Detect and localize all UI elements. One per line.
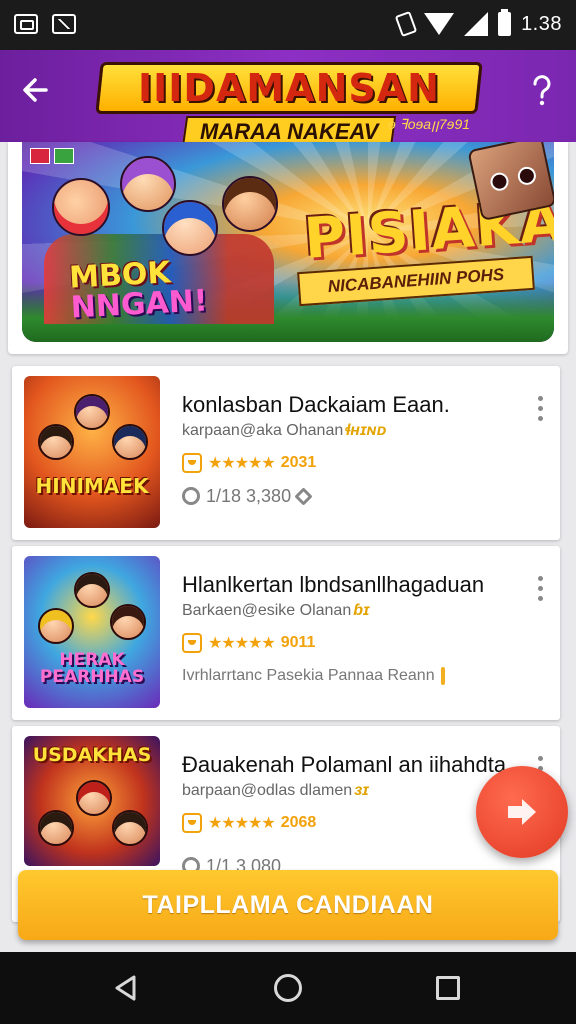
gem-icon xyxy=(294,486,313,506)
primary-action-label: TAIPLLAMA CANDIAAN xyxy=(142,890,434,919)
nav-recents-button[interactable] xyxy=(436,976,460,1000)
item-subtitle: karpaan@aka Ohanan ɬʜɪɴᴅ xyxy=(182,422,387,440)
next-fab-button[interactable] xyxy=(476,766,568,858)
item-highlight: ɜɪ xyxy=(354,782,369,799)
back-button[interactable] xyxy=(16,70,56,110)
rating-row: ★★★★★ 2068 xyxy=(182,812,316,834)
item-subtitle: barpaan@odlas dlamen ɜɪ xyxy=(182,782,369,800)
app-title-logo: IIIDAMANSAN xyxy=(95,62,483,114)
item-title: Hlanlkertan lbndsanllhagaduan xyxy=(182,572,485,597)
item-author: Barkaen@esike Olanan xyxy=(182,602,352,619)
thumbnail-character xyxy=(112,810,148,846)
thumbnail-character xyxy=(112,424,148,460)
badge-green xyxy=(54,148,74,164)
header-extra-text: ɘ ꟻoɘaꞁꞁ7ɘ91 xyxy=(388,116,471,132)
vibrate-icon xyxy=(394,10,418,38)
item-thumbnail: HERAK PEARHHAS xyxy=(24,556,160,708)
meta-row: 1/18 3,380 xyxy=(182,484,313,508)
system-nav-bar xyxy=(0,952,576,1024)
app-header: IIIDAMANSAN MARAA NAKEAV ɘ ꟻoɘaꞁꞁ7ɘ91 xyxy=(0,50,576,148)
nav-back-button[interactable] xyxy=(112,974,140,1002)
help-button[interactable] xyxy=(522,70,562,110)
status-bar: 1.38 xyxy=(0,0,576,50)
thumbnail-label: HERAK PEARHHAS xyxy=(39,650,145,687)
image-icon xyxy=(52,14,76,34)
banner-card: MBOK NNGAN! PISIAKA NICABANEHIIN POHS xyxy=(8,142,568,354)
item-author: barpaan@odlas dlamen xyxy=(182,782,353,799)
more-dot-icon xyxy=(537,586,543,591)
rating-count: 2031 xyxy=(280,454,317,471)
thumbnail-character xyxy=(38,810,74,846)
list-item[interactable]: HERAK PEARHHAS Hlanlkertan lbndsanllhaga… xyxy=(12,546,560,720)
meta-bar-icon xyxy=(440,667,445,685)
system-icons: 1.38 xyxy=(394,9,562,38)
more-options-button[interactable] xyxy=(536,396,544,426)
thumbnail-label: HINIMAEK xyxy=(35,474,149,498)
more-options-button[interactable] xyxy=(536,576,544,606)
rating-badge-icon xyxy=(182,633,202,653)
app-title: IIIDAMANSAN xyxy=(138,66,440,110)
meta-text: Ivrhlarrtanc Pasekia Pannaa Reann xyxy=(182,667,435,684)
more-dot-icon xyxy=(537,756,543,761)
more-dot-icon xyxy=(537,396,543,401)
promo-banner[interactable]: MBOK NNGAN! PISIAKA NICABANEHIIN POHS xyxy=(22,142,554,342)
thumbnail-character xyxy=(38,424,74,460)
banner-left-line2: NNGAN! xyxy=(69,283,209,326)
item-thumbnail: HINIMAEK xyxy=(24,376,160,528)
meta-text: 1/18 3,380 xyxy=(206,485,292,506)
rating-row: ★★★★★ 9011 xyxy=(182,632,315,654)
more-dot-icon xyxy=(537,576,543,581)
item-thumbnail: USDAKHAS xyxy=(24,736,160,866)
rating-badge-icon xyxy=(182,453,202,473)
rating-stars: ★★★★★ xyxy=(208,815,276,832)
banner-right-subtitle: NICABANEHIIN POHS xyxy=(327,264,505,297)
rating-stars: ★★★★★ xyxy=(208,635,276,652)
battery-icon xyxy=(498,9,512,36)
nav-home-button[interactable] xyxy=(274,974,302,1002)
banner-badges xyxy=(30,148,74,164)
rating-count: 2068 xyxy=(280,814,317,831)
item-subtitle: Barkaen@esike Olanan ɓɪ xyxy=(182,602,370,620)
arrow-right-icon xyxy=(508,799,536,825)
rating-stars: ★★★★★ xyxy=(208,455,276,472)
thumbnail-character xyxy=(74,572,110,608)
signal-icon xyxy=(464,12,489,36)
list-item[interactable]: HINIMAEK konlasban Dackaiam Eaan. karpaa… xyxy=(12,366,560,540)
help-icon xyxy=(533,75,551,106)
arrow-left-icon xyxy=(23,78,48,102)
thumbnail-character xyxy=(110,604,146,640)
rating-count: 9011 xyxy=(280,634,316,651)
thumbnail-label: USDAKHAS xyxy=(32,744,152,766)
character-purple-hair xyxy=(120,156,176,212)
cast-icon xyxy=(14,14,38,34)
character-red-hair xyxy=(52,178,110,236)
item-title: Ðauakenah Polamanl an iihahdta xyxy=(182,752,507,777)
item-highlight: ɬʜɪɴᴅ xyxy=(345,422,387,439)
wifi-icon xyxy=(424,13,455,35)
character-horned xyxy=(222,176,278,232)
thumbnail-character xyxy=(74,394,110,430)
item-author: karpaan@aka Ohanan xyxy=(182,422,344,439)
character-blue-hair xyxy=(162,200,218,256)
status-time: 1.38 xyxy=(521,12,562,35)
thumbnail-character xyxy=(38,608,74,644)
item-highlight: ɓɪ xyxy=(353,602,370,619)
rating-badge-icon xyxy=(182,813,202,833)
banner-left-text: MBOK NNGAN! xyxy=(68,255,209,326)
download-icon xyxy=(182,487,200,505)
thumbnail-character xyxy=(76,780,112,816)
rating-row: ★★★★★ 2031 xyxy=(182,452,316,474)
more-dot-icon xyxy=(537,406,543,411)
primary-action-button[interactable]: TAIPLLAMA CANDIAAN xyxy=(18,870,558,940)
item-title: konlasban Dackaiam Eaan. xyxy=(182,392,450,417)
notification-icons xyxy=(14,14,76,34)
more-dot-icon xyxy=(537,596,543,601)
badge-red xyxy=(30,148,50,164)
meta-row: Ivrhlarrtanc Pasekia Pannaa Reann xyxy=(182,664,445,688)
triangle-back-icon xyxy=(115,975,136,1001)
more-dot-icon xyxy=(537,416,543,421)
